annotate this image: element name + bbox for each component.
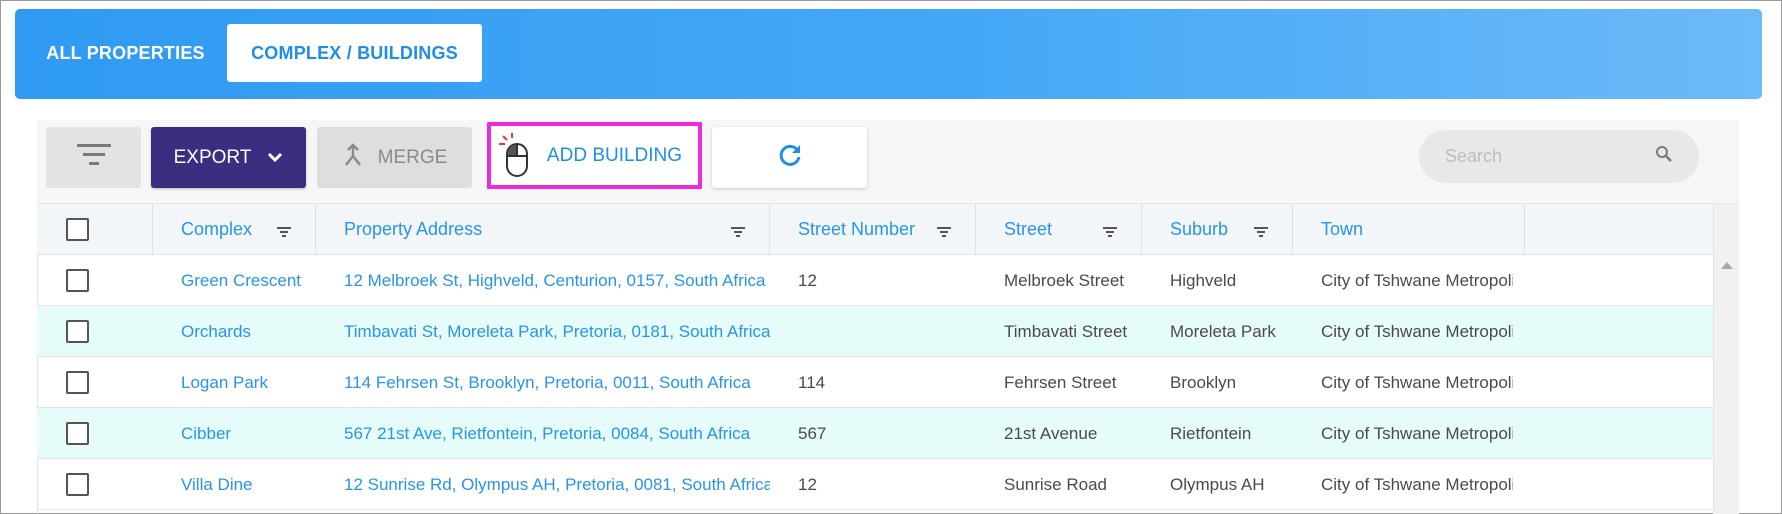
select-all-cell bbox=[37, 204, 153, 255]
filter-lines-icon bbox=[76, 143, 111, 173]
export-button[interactable]: EXPORT bbox=[151, 127, 306, 188]
cell-complex[interactable]: Cibber bbox=[153, 408, 316, 459]
cell-property-address[interactable]: Timbavati St, Moreleta Park, Pretoria, 0… bbox=[316, 306, 770, 357]
cell-complex[interactable]: Logan Park bbox=[153, 357, 316, 408]
row-checkbox[interactable] bbox=[66, 371, 89, 394]
column-label-street: Street bbox=[1004, 219, 1053, 239]
table-row[interactable]: Villa Dine 12 Sunrise Rd, Olympus AH, Pr… bbox=[37, 459, 1713, 510]
cell-property-address[interactable]: 12 Sunrise Rd, Olympus AH, Pretoria, 008… bbox=[316, 459, 770, 510]
column-label-complex: Complex bbox=[181, 219, 253, 239]
cell-street: 21st Avenue bbox=[1004, 423, 1098, 443]
cell-suburb: Brooklyn bbox=[1170, 372, 1237, 392]
row-checkbox[interactable] bbox=[66, 473, 89, 496]
row-checkbox[interactable] bbox=[66, 422, 89, 445]
cell-street: Sunrise Road bbox=[1004, 474, 1108, 494]
cell-street-number: 12 bbox=[798, 270, 817, 290]
column-filter-icon[interactable] bbox=[1103, 222, 1117, 243]
search-box bbox=[1419, 130, 1699, 183]
cell-complex[interactable]: Orchards bbox=[153, 306, 316, 357]
cell-town: City of Tshwane Metropolitan Municipalit… bbox=[1321, 372, 1513, 392]
table-row[interactable]: Logan Park 114 Fehrsen St, Brooklyn, Pre… bbox=[37, 357, 1713, 408]
column-filter-icon[interactable] bbox=[277, 222, 291, 243]
column-header-property-address[interactable]: Property Address bbox=[316, 204, 770, 255]
cell-suburb: Highveld bbox=[1170, 270, 1237, 290]
filter-button[interactable] bbox=[46, 127, 141, 188]
column-filter-icon[interactable] bbox=[731, 222, 745, 243]
merge-arrows-icon bbox=[342, 142, 364, 173]
column-header-street[interactable]: Street bbox=[976, 204, 1142, 255]
cell-town: City of Tshwane Metropolitan Municipalit… bbox=[1321, 270, 1513, 290]
cell-suburb: Moreleta Park bbox=[1170, 321, 1276, 341]
column-label-street-number: Street Number bbox=[798, 219, 916, 239]
cell-property-address[interactable]: 567 21st Ave, Rietfontein, Pretoria, 008… bbox=[316, 408, 770, 459]
column-filter-icon[interactable] bbox=[1254, 222, 1268, 243]
tab-bar: ALL PROPERTIES COMPLEX / BUILDINGS bbox=[15, 9, 1762, 99]
toolbar: EXPORT MERGE ADD BUILDING Search bbox=[37, 120, 1739, 204]
column-label-town: Town bbox=[1321, 219, 1364, 239]
add-building-button[interactable]: ADD BUILDING bbox=[487, 122, 702, 189]
tab-all-properties[interactable]: ALL PROPERTIES bbox=[33, 24, 218, 82]
merge-button[interactable]: MERGE bbox=[317, 127, 472, 188]
column-filter-icon[interactable] bbox=[937, 222, 951, 243]
export-button-label: EXPORT bbox=[173, 146, 252, 168]
column-label-property-address: Property Address bbox=[344, 219, 483, 239]
search-input[interactable] bbox=[1445, 146, 1645, 167]
cell-town: City of Tshwane Metropolitan Municipalit… bbox=[1321, 321, 1513, 341]
vertical-scrollbar[interactable] bbox=[1713, 204, 1739, 514]
cell-suburb: Rietfontein bbox=[1170, 423, 1252, 443]
row-checkbox[interactable] bbox=[66, 320, 89, 343]
cell-complex[interactable]: Green Crescent bbox=[153, 255, 316, 306]
table-row[interactable]: Orchards Timbavati St, Moreleta Park, Pr… bbox=[37, 306, 1713, 357]
cell-street-number bbox=[770, 306, 976, 357]
cell-street-number: 114 bbox=[798, 372, 826, 392]
column-header-street-number[interactable]: Street Number bbox=[770, 204, 976, 255]
column-header-town[interactable]: Town bbox=[1293, 204, 1525, 255]
cell-street: Timbavati Street bbox=[1004, 321, 1128, 341]
column-header-complex[interactable]: Complex bbox=[153, 204, 316, 255]
cell-street: Fehrsen Street bbox=[1004, 372, 1117, 392]
cell-town: City of Tshwane Metropolitan Municipalit… bbox=[1321, 423, 1513, 443]
cell-street: Melbroek Street bbox=[1004, 270, 1124, 290]
cell-street-number: 567 bbox=[798, 423, 827, 443]
column-label-suburb: Suburb bbox=[1170, 219, 1229, 239]
search-icon[interactable] bbox=[1655, 145, 1673, 168]
chevron-down-icon bbox=[267, 147, 283, 169]
add-building-label: ADD BUILDING bbox=[546, 144, 683, 166]
row-checkbox[interactable] bbox=[66, 269, 89, 292]
merge-button-label: MERGE bbox=[377, 146, 448, 168]
table-header: Complex Property Address Street Number S… bbox=[37, 204, 1713, 255]
table-row[interactable]: Cibber 567 21st Ave, Rietfontein, Pretor… bbox=[37, 408, 1713, 459]
scroll-up-arrow-icon[interactable] bbox=[1721, 262, 1733, 269]
cell-street-number: 12 bbox=[798, 474, 817, 494]
select-all-checkbox[interactable] bbox=[66, 218, 89, 241]
refresh-icon bbox=[777, 142, 803, 174]
table-row[interactable]: Green Crescent 12 Melbroek St, Highveld,… bbox=[37, 255, 1713, 306]
cell-town: City of Tshwane Metropolitan Municipalit… bbox=[1321, 474, 1513, 494]
cell-suburb: Olympus AH bbox=[1170, 474, 1265, 494]
cell-property-address[interactable]: 114 Fehrsen St, Brooklyn, Pretoria, 0011… bbox=[316, 357, 770, 408]
cell-property-address[interactable]: 12 Melbroek St, Highveld, Centurion, 015… bbox=[316, 255, 770, 306]
column-header-suburb[interactable]: Suburb bbox=[1142, 204, 1293, 255]
cell-complex[interactable]: Villa Dine bbox=[153, 459, 316, 510]
refresh-button[interactable] bbox=[712, 127, 867, 188]
tab-complex-buildings[interactable]: COMPLEX / BUILDINGS bbox=[227, 24, 482, 82]
table-body: Green Crescent 12 Melbroek St, Highveld,… bbox=[37, 255, 1713, 514]
mouse-click-icon bbox=[497, 132, 533, 188]
